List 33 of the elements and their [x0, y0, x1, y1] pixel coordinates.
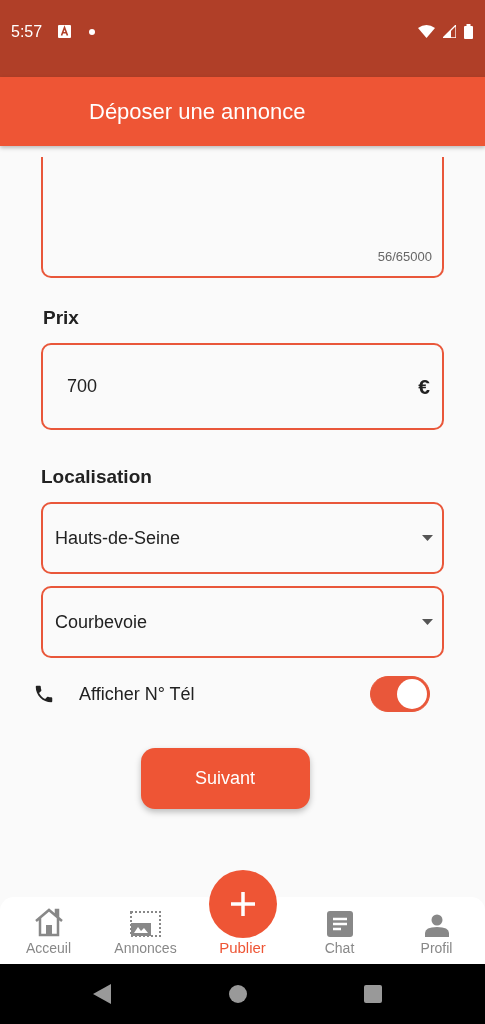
screen-title: Déposer une annonce	[89, 98, 306, 125]
person-icon	[424, 913, 449, 937]
location-label: Localisation	[41, 466, 153, 489]
notification-icon	[58, 25, 72, 38]
dot-icon	[89, 28, 96, 35]
phone-icon	[33, 683, 55, 705]
dropdown-arrow-icon	[422, 535, 433, 541]
wifi-icon	[418, 25, 435, 38]
location-dropdown[interactable]: Hauts-de-Seine	[41, 502, 444, 574]
nav-tab[interactable]: Publier	[219, 939, 266, 956]
price-value: 700	[67, 376, 99, 397]
image-icon	[130, 911, 161, 937]
nav-tab[interactable]: Profil	[420, 940, 453, 956]
document-icon	[326, 911, 353, 937]
plus-icon	[229, 891, 256, 917]
nav-tab[interactable]: Annonces	[114, 940, 177, 956]
nav-tab[interactable]: Acceuil	[25, 940, 72, 956]
location-dropdown[interactable]: Courbevoie	[41, 586, 444, 658]
currency-symbol: €	[418, 374, 430, 399]
home-button-icon[interactable]	[228, 985, 247, 1003]
dropdown-arrow-icon	[422, 619, 433, 625]
toggle-switch[interactable]	[370, 676, 430, 712]
price-label: Prix	[43, 307, 80, 330]
description-field[interactable]: 56/65000	[41, 157, 444, 278]
nav-tab[interactable]: Chat	[324, 940, 355, 956]
signal-icon	[443, 25, 456, 38]
next-button[interactable]: Suivant	[140, 748, 310, 809]
phone-toggle-label: Afficher N° Tél	[79, 683, 195, 705]
back-icon[interactable]	[93, 984, 111, 1004]
character-counter: 56/65000	[377, 249, 432, 264]
price-field[interactable]: 700 €	[41, 343, 444, 430]
battery-icon	[464, 24, 473, 39]
status-time: 5:57	[11, 22, 43, 41]
